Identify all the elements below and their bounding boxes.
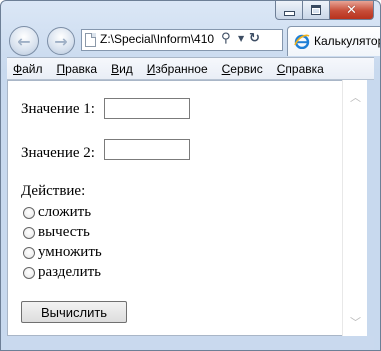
refresh-icon[interactable]: ↻ <box>249 31 260 46</box>
radio-label: разделить <box>38 264 102 280</box>
value1-label: Значение 1: <box>21 101 95 117</box>
window-bottom-frame <box>7 336 374 350</box>
radio-button[interactable] <box>23 246 35 259</box>
menu-edit[interactable]: Правка <box>51 62 104 76</box>
address-bar[interactable]: Z:\Special\Inform\410 ⚲ ▼ ↻ <box>81 29 283 51</box>
radio-multiply[interactable]: умножить <box>23 244 102 261</box>
radio-label: вычесть <box>38 224 90 240</box>
menu-bar: Файл Правка Вид Избранное Сервис Справка <box>7 57 374 80</box>
page-icon <box>85 33 96 47</box>
dropdown-arrow-icon[interactable]: ▼ <box>238 34 244 43</box>
menu-help[interactable]: Справка <box>271 62 330 76</box>
tab-calculator[interactable]: Калькулятор <box>287 26 381 56</box>
calculate-button[interactable]: Вычислить <box>21 301 127 323</box>
minimize-button[interactable] <box>275 1 303 20</box>
vertical-scrollbar[interactable]: ︿ ﹀ <box>342 80 367 336</box>
close-icon: ✕ <box>346 2 357 18</box>
scroll-down-icon[interactable]: ﹀ <box>350 314 361 330</box>
forward-button[interactable]: → <box>47 27 75 55</box>
maximize-icon <box>311 5 321 15</box>
navigation-bar: ← → Z:\Special\Inform\410 ⚲ ▼ ↻ Калькуля… <box>7 23 380 57</box>
radio-button[interactable] <box>23 206 35 219</box>
page-content: Значение 1: Значение 2: Действие: сложит… <box>7 80 367 336</box>
back-arrow-icon: ← <box>17 31 31 51</box>
menu-favorites[interactable]: Избранное <box>141 62 214 76</box>
browser-window: ✕ ← → Z:\Special\Inform\410 ⚲ ▼ ↻ Кальку… <box>0 0 381 351</box>
radio-label: сложить <box>38 204 92 220</box>
back-button[interactable]: ← <box>9 26 39 56</box>
tab-title: Калькулятор <box>314 34 381 48</box>
value1-input[interactable] <box>104 98 190 119</box>
caption-buttons: ✕ <box>275 1 374 20</box>
ie-logo-icon <box>294 34 310 49</box>
menu-view[interactable]: Вид <box>105 62 139 76</box>
radio-button[interactable] <box>23 266 35 279</box>
value2-input[interactable] <box>104 139 190 160</box>
scroll-up-icon[interactable]: ︿ <box>350 89 361 105</box>
maximize-button[interactable] <box>303 1 330 20</box>
forward-arrow-icon: → <box>54 31 68 51</box>
value2-label: Значение 2: <box>21 145 95 161</box>
radio-subtract[interactable]: вычесть <box>23 224 90 241</box>
action-label: Действие: <box>21 183 86 199</box>
address-text[interactable]: Z:\Special\Inform\410 <box>100 32 218 46</box>
radio-button[interactable] <box>23 226 35 239</box>
minimize-icon <box>283 10 295 16</box>
menu-tools[interactable]: Сервис <box>216 62 269 76</box>
radio-divide[interactable]: разделить <box>23 264 101 281</box>
menu-file[interactable]: Файл <box>7 62 49 76</box>
close-button[interactable]: ✕ <box>330 1 374 20</box>
search-icon[interactable]: ⚲ <box>221 31 231 46</box>
radio-label: умножить <box>38 244 102 260</box>
radio-add[interactable]: сложить <box>23 204 91 221</box>
